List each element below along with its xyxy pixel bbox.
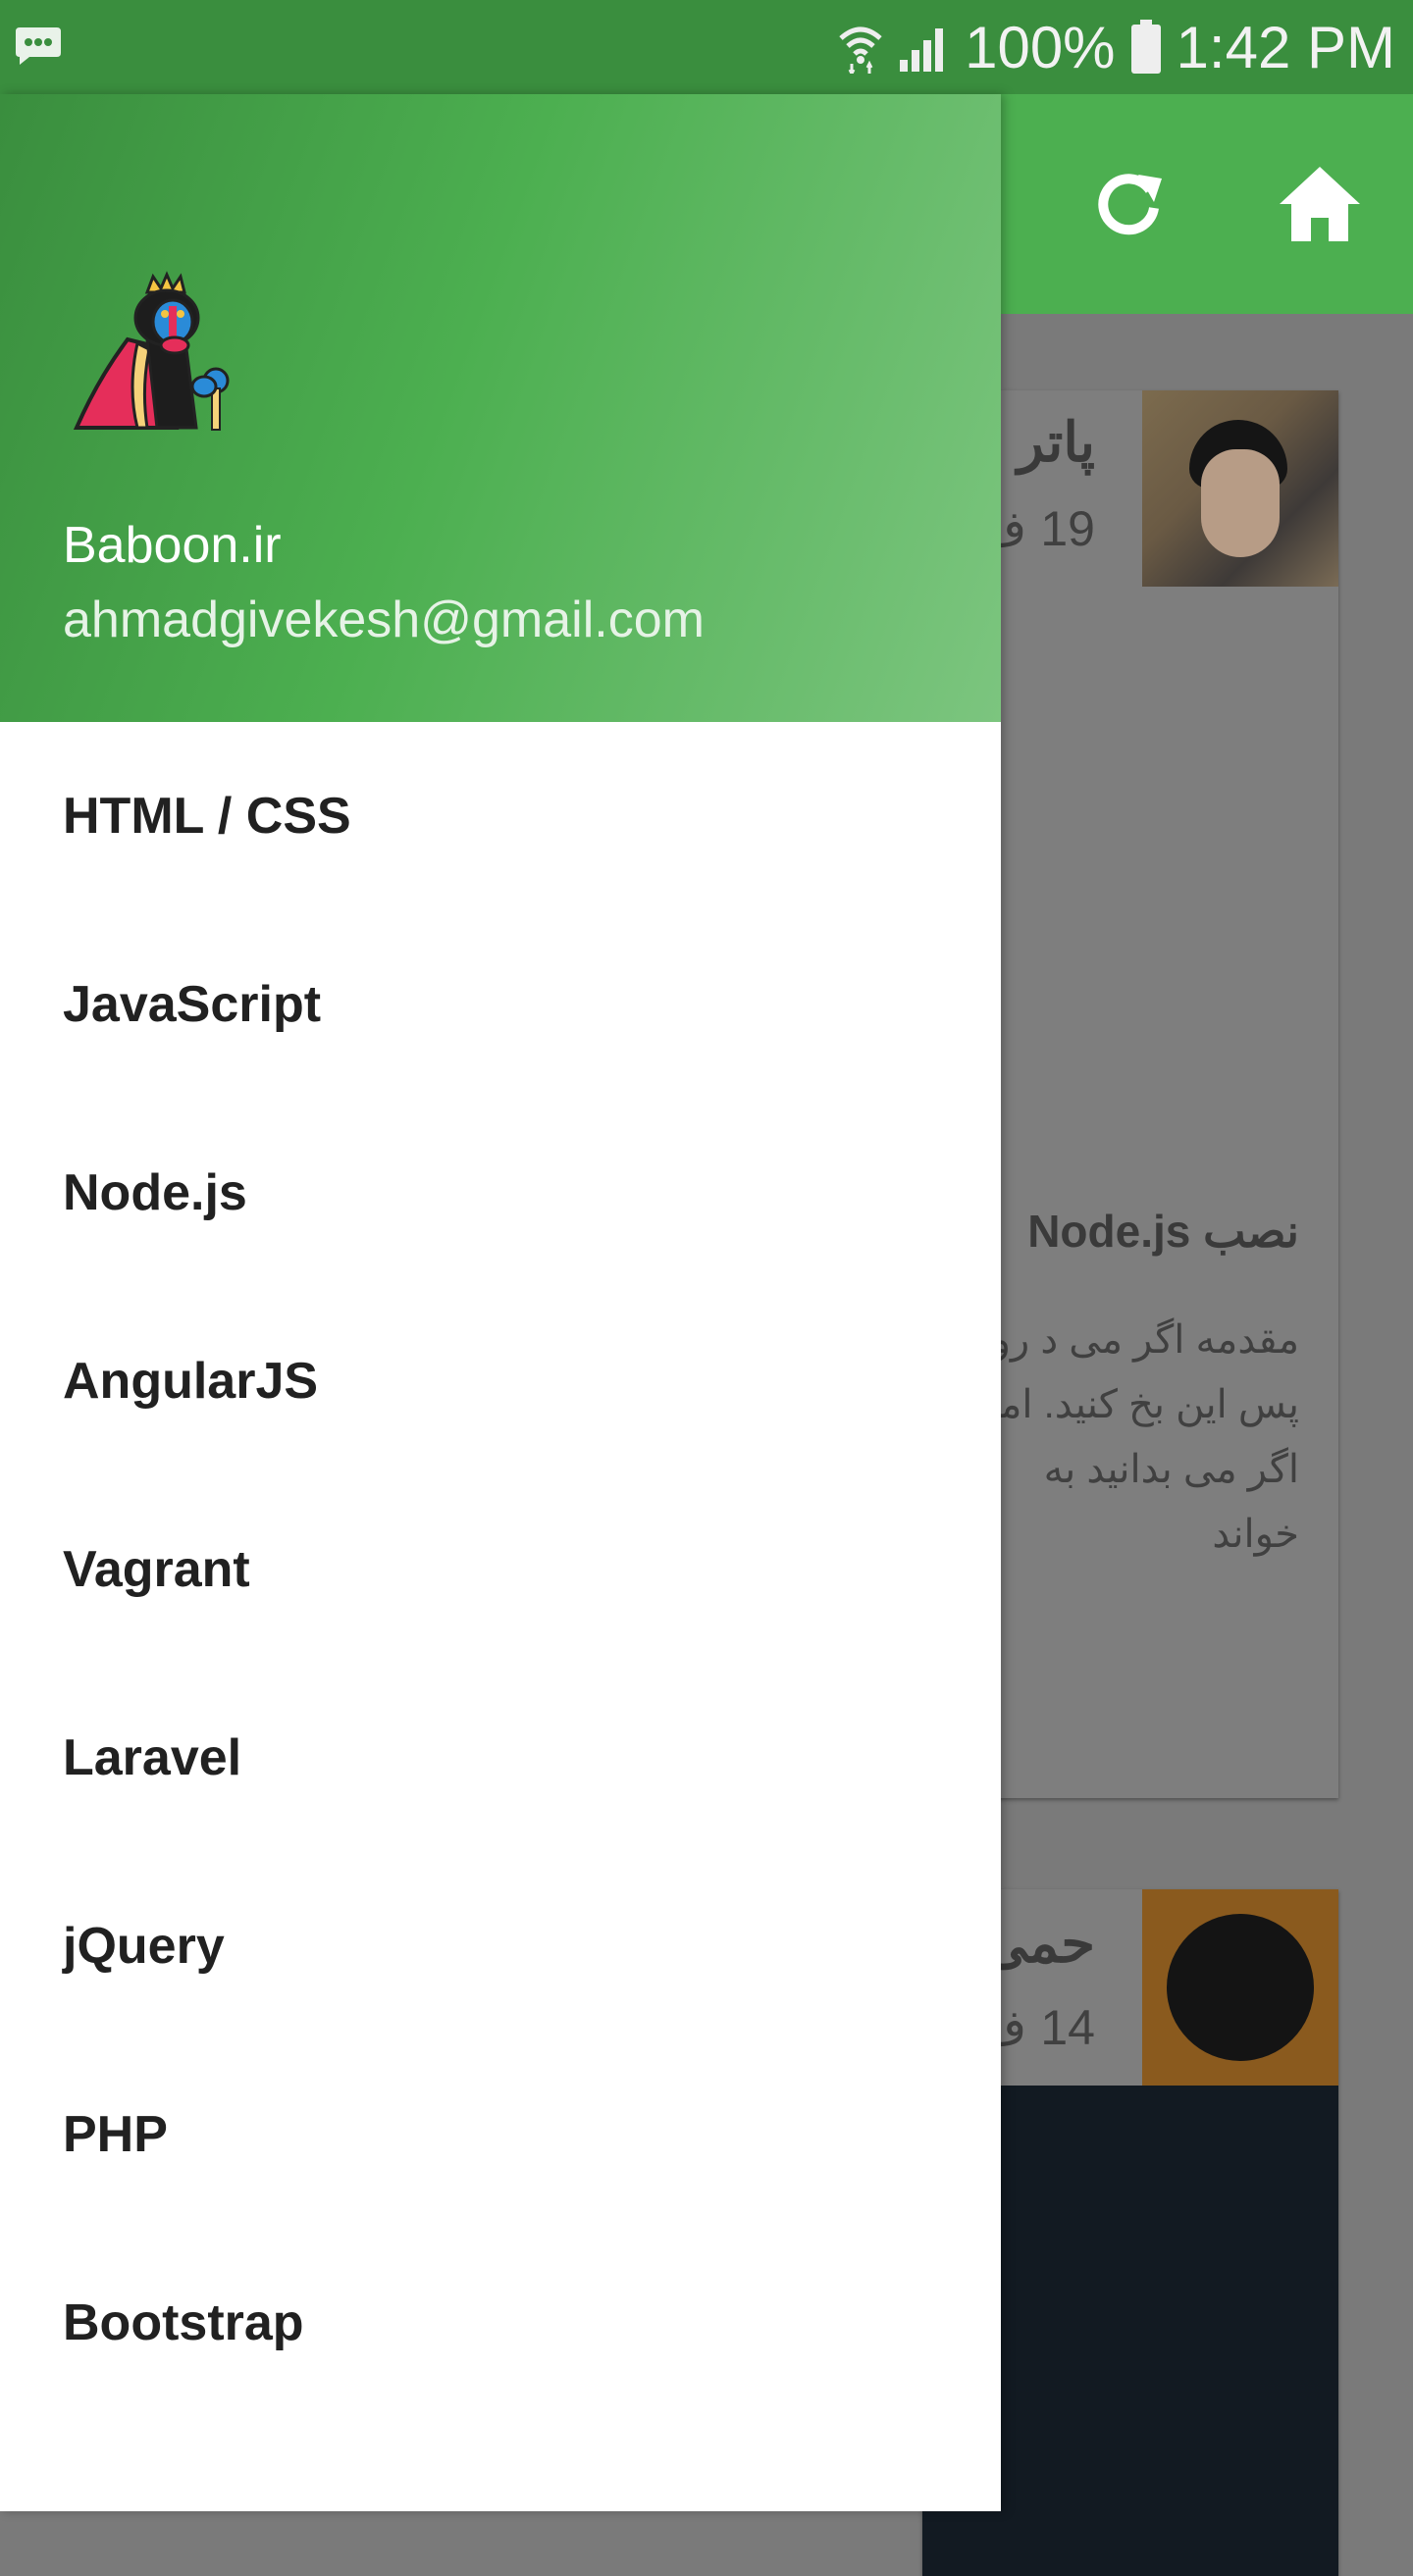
battery-icon [1129, 20, 1163, 75]
drawer-header: Baboon.ir ahmadgivekesh@gmail.com [0, 94, 1001, 722]
chat-bubble-icon [14, 26, 63, 65]
post-author: پاتر [1017, 411, 1095, 473]
baboon-logo-icon [69, 271, 255, 438]
post-title: نصب Node.js [1027, 1206, 1299, 1257]
author-avatar [1142, 1889, 1338, 2086]
wifi-icon [837, 21, 884, 74]
navigation-drawer: Baboon.ir ahmadgivekesh@gmail.com HTML /… [0, 94, 1001, 2511]
drawer-item-jquery[interactable]: jQuery [0, 1852, 1001, 2040]
refresh-icon[interactable] [1089, 157, 1168, 251]
drawer-item-bootstrap[interactable]: Bootstrap [0, 2229, 1001, 2417]
drawer-item-angularjs[interactable]: AngularJS [0, 1287, 1001, 1475]
drawer-item-html-css[interactable]: HTML / CSS [0, 722, 1001, 910]
drawer-item-php[interactable]: PHP [0, 2040, 1001, 2229]
account-email: ahmadgivekesh@gmail.com [63, 592, 705, 648]
status-bar: 100% 1:42 PM [0, 0, 1413, 94]
home-icon[interactable] [1276, 157, 1364, 251]
battery-percentage: 100% [965, 14, 1116, 80]
drawer-item-javascript[interactable]: JavaScript [0, 910, 1001, 1099]
drawer-item-laravel[interactable]: Laravel [0, 1664, 1001, 1852]
clock: 1:42 PM [1176, 14, 1395, 80]
account-name: Baboon.ir [63, 517, 282, 574]
author-avatar [1142, 390, 1338, 587]
drawer-item-nodejs[interactable]: Node.js [0, 1099, 1001, 1287]
drawer-item-vagrant[interactable]: Vagrant [0, 1475, 1001, 1664]
drawer-menu: HTML / CSS JavaScript Node.js AngularJS … [0, 722, 1001, 2417]
status-icons: 100% 1:42 PM [837, 10, 1395, 84]
signal-icon [898, 21, 951, 74]
